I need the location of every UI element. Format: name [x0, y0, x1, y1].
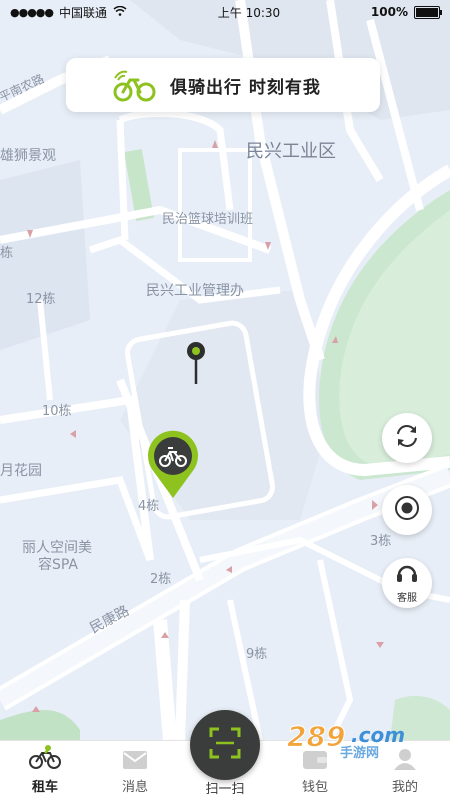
carrier-name: 中国联通: [59, 5, 108, 20]
tab-label: 钱包: [301, 780, 328, 795]
tab-label: 租车: [31, 780, 58, 795]
signal-icon: ●●●●●: [10, 5, 54, 19]
map-label: 3栋: [370, 534, 392, 549]
customer-service-label: 客服: [397, 593, 417, 604]
bike-icon: [28, 744, 62, 774]
tab-label: 我的: [391, 780, 418, 795]
tab-label: 消息: [121, 780, 148, 795]
user-location-pin: [186, 340, 206, 386]
map-label: 9栋: [246, 647, 268, 662]
scan-label: 扫一扫: [205, 782, 245, 797]
map-label: 2栋: [150, 572, 172, 587]
slogan-banner: 俱骑出行 时刻有我: [66, 58, 380, 112]
refresh-icon: [394, 423, 420, 453]
bike-marker[interactable]: [146, 430, 200, 500]
battery-icon: [414, 5, 442, 19]
map-label: 月花园: [0, 463, 42, 479]
map-label: 栋: [0, 246, 14, 261]
map-label: 民兴工业管理办: [146, 283, 244, 299]
watermark-text: 手游网: [340, 746, 380, 761]
bike-wifi-logo-icon: [112, 68, 158, 106]
mail-icon: [122, 750, 148, 774]
tab-messages[interactable]: 消息: [90, 741, 180, 801]
locate-button[interactable]: [382, 485, 432, 535]
map-label: 民兴工业区: [246, 141, 336, 162]
map-label: 容SPA: [38, 557, 79, 573]
map-label: 雄狮景观: [0, 148, 56, 164]
customer-service-button[interactable]: 客服: [382, 558, 432, 608]
map-label: 10栋: [42, 404, 72, 419]
slogan-text: 俱骑出行 时刻有我: [170, 77, 321, 98]
scan-icon: [209, 727, 241, 763]
scan-button[interactable]: [190, 710, 260, 780]
refresh-button[interactable]: [382, 413, 432, 463]
headset-icon: [395, 562, 419, 588]
svg-text:289: 289: [287, 720, 345, 753]
status-time: 上午 10:30: [217, 5, 281, 20]
battery-percent: 100%: [370, 5, 408, 19]
wifi-icon: [113, 5, 127, 19]
map-label: 民治篮球培训班: [162, 212, 254, 227]
status-bar: ●●●●● 中国联通 上午 10:30 100%: [0, 0, 450, 24]
tab-rent-bike[interactable]: 租车: [0, 741, 90, 801]
map-label: 12栋: [26, 292, 56, 307]
locate-icon: [393, 494, 421, 526]
